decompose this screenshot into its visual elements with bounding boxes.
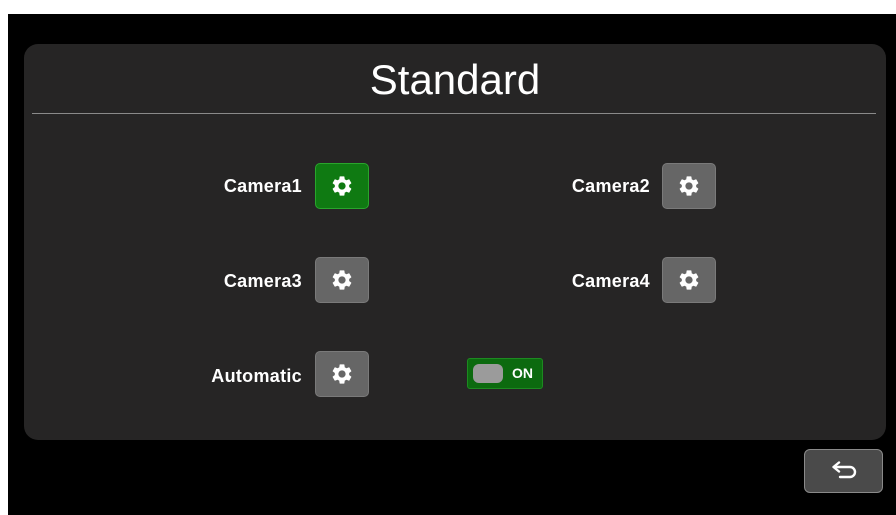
camera1-label: Camera1 — [223, 176, 302, 196]
gear-icon — [332, 270, 352, 290]
gear-icon — [679, 176, 699, 196]
camera2-label: Camera2 — [571, 176, 650, 196]
gear-icon — [679, 270, 699, 290]
camera3-label: Camera3 — [223, 271, 302, 291]
return-arrow-icon — [831, 461, 856, 479]
automatic-label: Automatic — [211, 366, 302, 386]
title-divider — [32, 113, 876, 114]
settings-panel: Standard Camera1 Camera2 Camera3 Camera4 — [24, 44, 886, 440]
automatic-settings-button[interactable] — [315, 351, 369, 397]
page-title: Standard — [369, 56, 541, 103]
camera1-settings-button[interactable] — [315, 163, 369, 209]
back-button[interactable] — [804, 449, 883, 493]
screen: Standard Camera1 Camera2 Camera3 Camera4 — [8, 14, 896, 515]
camera2-settings-button[interactable] — [662, 163, 716, 209]
toggle-knob — [473, 364, 503, 383]
toggle-state-label: ON — [512, 365, 533, 381]
camera4-settings-button[interactable] — [662, 257, 716, 303]
camera4-label: Camera4 — [571, 271, 650, 291]
camera3-settings-button[interactable] — [315, 257, 369, 303]
automatic-toggle[interactable]: ON — [467, 358, 543, 389]
gear-icon — [332, 176, 352, 196]
gear-icon — [332, 364, 352, 384]
